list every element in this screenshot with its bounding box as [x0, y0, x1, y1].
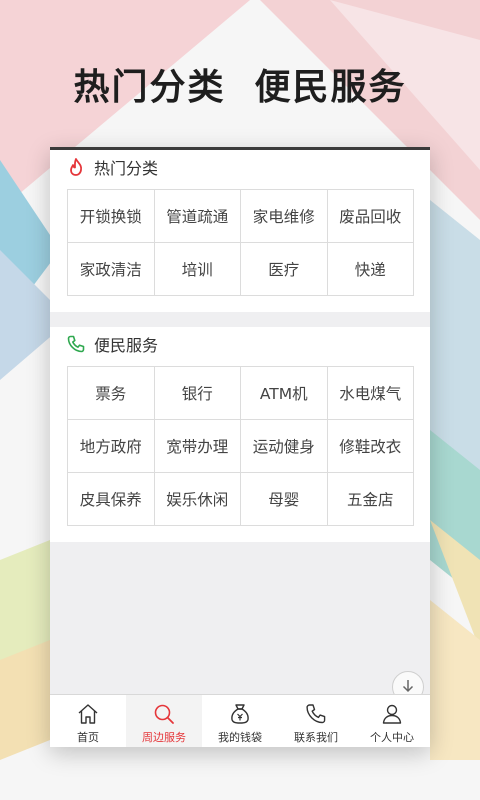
service-item[interactable]: 水电煤气: [327, 367, 414, 420]
services-header: 便民服务: [50, 327, 430, 361]
tab-nearby-services[interactable]: 周边服务: [126, 695, 202, 747]
tab-home[interactable]: 首页: [50, 695, 126, 747]
phone-icon: [303, 701, 329, 727]
services-title: 便民服务: [94, 336, 159, 355]
service-item[interactable]: 运动健身: [241, 420, 328, 473]
money-bag-icon: [227, 701, 253, 727]
hot-categories-title: 热门分类: [94, 159, 159, 178]
service-item[interactable]: 母婴: [241, 473, 328, 526]
category-item[interactable]: 废品回收: [327, 190, 414, 243]
service-item[interactable]: 皮具保养: [68, 473, 155, 526]
tab-wallet[interactable]: 我的钱袋: [202, 695, 278, 747]
service-item[interactable]: 银行: [154, 367, 241, 420]
category-item[interactable]: 开锁换锁: [68, 190, 155, 243]
category-item[interactable]: 管道疏通: [154, 190, 241, 243]
category-item[interactable]: 家电维修: [241, 190, 328, 243]
category-item[interactable]: 培训: [154, 243, 241, 296]
service-item[interactable]: ATM机: [241, 367, 328, 420]
category-item[interactable]: 快递: [327, 243, 414, 296]
person-icon: [379, 701, 405, 727]
category-item[interactable]: 医疗: [241, 243, 328, 296]
service-item[interactable]: 票务: [68, 367, 155, 420]
fire-icon: [66, 157, 86, 177]
tab-profile[interactable]: 个人中心: [354, 695, 430, 747]
search-icon: [151, 701, 177, 727]
services-section: 便民服务 票务 银行 ATM机 水电煤气 地方政府 宽带办理 运动健身 修鞋改衣…: [50, 327, 430, 542]
promo-headline: 热门分类 便民服务: [73, 67, 407, 108]
tab-label: 首页: [77, 731, 99, 744]
bottom-tab-bar: 首页 周边服务 我的钱袋 联系我们 个人中心: [50, 694, 430, 747]
hot-categories-grid: 开锁换锁 管道疏通 家电维修 废品回收 家政清洁 培训 医疗 快递: [67, 189, 414, 296]
category-item[interactable]: 家政清洁: [68, 243, 155, 296]
service-item[interactable]: 修鞋改衣: [327, 420, 414, 473]
tab-label: 个人中心: [370, 731, 414, 744]
tab-label: 我的钱袋: [218, 731, 262, 744]
hot-categories-header: 热门分类: [50, 150, 430, 184]
tab-label: 周边服务: [142, 731, 186, 744]
home-icon: [75, 701, 101, 727]
tab-label: 联系我们: [294, 731, 338, 744]
tab-contact-us[interactable]: 联系我们: [278, 695, 354, 747]
service-item[interactable]: 宽带办理: [154, 420, 241, 473]
service-item[interactable]: 地方政府: [68, 420, 155, 473]
service-item[interactable]: 五金店: [327, 473, 414, 526]
phone-icon: [66, 334, 86, 354]
phone-screen: 热门分类 开锁换锁 管道疏通 家电维修 废品回收 家政清洁 培训 医疗 快递 便…: [50, 147, 430, 747]
hot-categories-section: 热门分类 开锁换锁 管道疏通 家电维修 废品回收 家政清洁 培训 医疗 快递: [50, 150, 430, 312]
services-grid: 票务 银行 ATM机 水电煤气 地方政府 宽带办理 运动健身 修鞋改衣 皮具保养…: [67, 366, 414, 526]
service-item[interactable]: 娱乐休闲: [154, 473, 241, 526]
